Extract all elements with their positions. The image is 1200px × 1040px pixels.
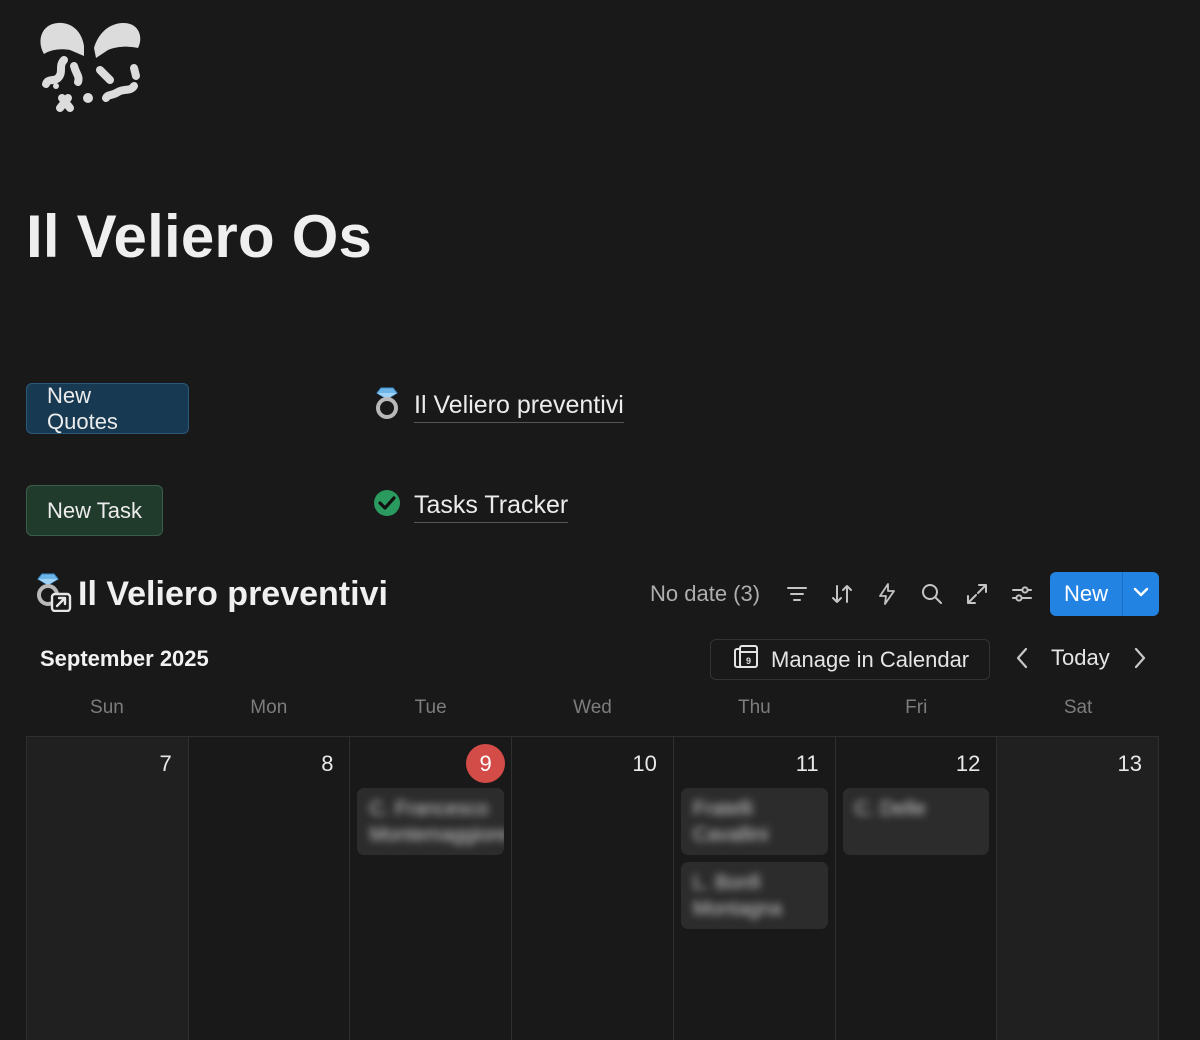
calendar-month-label: September 2025 <box>40 646 209 671</box>
link-preventivi-label: Il Veliero preventivi <box>414 391 624 423</box>
event-card[interactable]: C. Delle <box>842 788 990 855</box>
link-tasks-label: Tasks Tracker <box>414 491 569 523</box>
day-cell-wed[interactable]: 10 <box>512 737 674 1040</box>
filter-icon[interactable] <box>774 572 819 616</box>
database-header: Il Veliero preventivi <box>34 572 388 617</box>
today-day-number: 9 <box>466 744 506 783</box>
day-cell-mon[interactable]: 8 <box>189 737 351 1040</box>
link-tasks-tracker[interactable]: Tasks Tracker <box>372 488 569 525</box>
page-title: Il Veliero Os <box>26 203 373 270</box>
automation-bolt-icon[interactable] <box>864 572 909 616</box>
weekday-label: Thu <box>737 697 771 718</box>
ring-link-icon <box>34 572 72 617</box>
day-number: 12 <box>955 751 981 776</box>
event-card[interactable]: Fratelli Cavallini <box>680 788 828 855</box>
event-title-line: C. Francesco <box>369 798 489 820</box>
day-cell-thu[interactable]: 11 Fratelli Cavallini L. Bonfi Montagna <box>674 737 836 1040</box>
weekday-header-row: Sun Mon Tue Wed Thu Fri Sat <box>26 697 1159 719</box>
weekday-label: Sat <box>1063 697 1093 718</box>
new-button[interactable]: New <box>1050 572 1122 616</box>
day-cell-sat[interactable]: 13 <box>997 737 1160 1040</box>
day-cell-fri[interactable]: 12 C. Delle <box>836 737 998 1040</box>
calendar-app-icon: 9 <box>733 644 759 676</box>
calendar-week-row: 7 8 9 C. Francesco Montemaggiore 10 11 F… <box>26 736 1160 1040</box>
new-split-button: New <box>1050 572 1159 616</box>
sort-icon[interactable] <box>819 572 864 616</box>
settings-sliders-icon[interactable] <box>999 572 1044 616</box>
database-toolbar: No date (3) <box>650 572 1044 616</box>
weekday-label: Wed <box>573 697 612 718</box>
today-button[interactable]: Today <box>1051 645 1110 671</box>
day-number: 11 <box>795 751 819 776</box>
day-cell-tue[interactable]: 9 C. Francesco Montemaggiore <box>350 737 513 1040</box>
day-number: 10 <box>632 751 657 776</box>
event-title-line: Fratelli <box>692 798 753 820</box>
expand-icon[interactable] <box>954 572 999 616</box>
event-card[interactable]: L. Bonfi Montagna <box>680 862 828 929</box>
next-month-button[interactable] <box>1126 644 1154 676</box>
new-quotes-button[interactable]: New Quotes <box>26 383 189 434</box>
chevron-right-icon <box>1133 647 1147 674</box>
event-title-line: Montagna <box>692 898 782 920</box>
new-task-button[interactable]: New Task <box>26 485 163 536</box>
check-circle-icon <box>372 488 402 525</box>
event-title-line: Montemaggiore <box>369 824 505 846</box>
weekday-label: Tue <box>414 697 447 718</box>
event-title-line: L. Bonfi <box>692 872 761 894</box>
page-root: Il Veliero Os New Quotes New Task Il Vel… <box>0 0 1200 1040</box>
event-title-line: C. Delle <box>854 798 926 820</box>
ring-icon <box>372 386 402 427</box>
link-preventivi[interactable]: Il Veliero preventivi <box>372 386 624 427</box>
day-cell-sun[interactable]: 7 <box>27 737 189 1040</box>
chevron-down-icon <box>1132 583 1150 606</box>
day-number: 7 <box>159 751 172 776</box>
manage-in-calendar-label: Manage in Calendar <box>771 646 970 672</box>
day-number: 8 <box>321 751 334 776</box>
previous-month-button[interactable] <box>1008 644 1036 676</box>
event-card[interactable]: C. Francesco Montemaggiore <box>357 788 505 855</box>
weekday-label: Mon <box>250 697 288 718</box>
search-icon[interactable] <box>909 572 954 616</box>
chevron-left-icon <box>1015 647 1029 674</box>
weekday-label: Sun <box>90 697 124 718</box>
database-title[interactable]: Il Veliero preventivi <box>78 575 388 614</box>
weekday-label: Fri <box>905 697 928 718</box>
manage-in-calendar-button[interactable]: 9 Manage in Calendar <box>710 639 990 680</box>
confetti-icon[interactable] <box>34 18 146 118</box>
no-date-button[interactable]: No date (3) <box>650 581 760 607</box>
day-number: 13 <box>1117 751 1143 776</box>
event-title-line: Cavallini <box>692 824 769 846</box>
new-dropdown-button[interactable] <box>1122 572 1159 616</box>
svg-text:9: 9 <box>746 656 751 666</box>
